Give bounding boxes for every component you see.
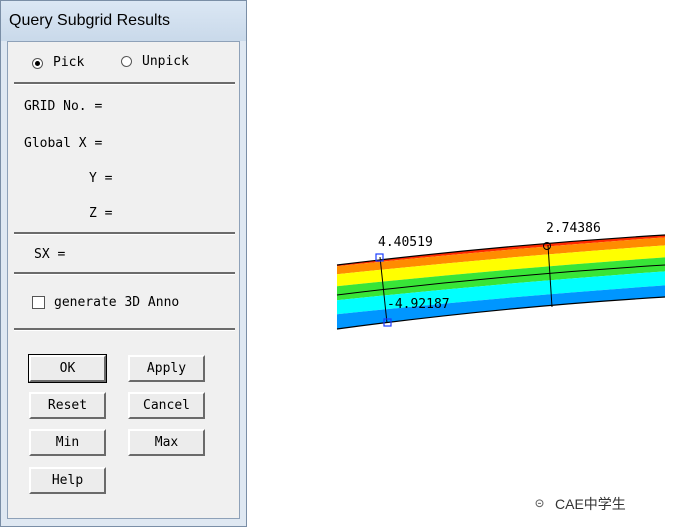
sx-label: SX =: [34, 247, 66, 262]
query-subgrid-dialog: Query Subgrid Results Pick Unpick GRID N…: [0, 0, 247, 527]
dialog-client-area: Pick Unpick GRID No. = Global X = Y = Z …: [7, 41, 240, 519]
apply-button[interactable]: Apply: [128, 355, 205, 382]
value-label: 4.40519: [378, 235, 433, 250]
title-bar[interactable]: Query Subgrid Results: [1, 1, 246, 41]
watermark-text: CAE中学生: [555, 496, 626, 512]
help-button[interactable]: Help: [29, 467, 106, 494]
value-label: 2.74386: [546, 221, 601, 236]
cancel-button[interactable]: Cancel: [128, 392, 205, 419]
pick-label[interactable]: Pick: [53, 55, 84, 70]
wechat-icon: ⊝: [535, 494, 545, 512]
min-button[interactable]: Min: [29, 429, 106, 456]
generate-anno-checkbox[interactable]: [32, 296, 45, 309]
unpick-radio[interactable]: [121, 56, 132, 67]
unpick-label[interactable]: Unpick: [142, 54, 189, 69]
separator: [14, 272, 235, 275]
grid-no-label: GRID No. =: [24, 99, 103, 114]
contour-plot[interactable]: 4.40519 2.74386 -4.92187: [330, 215, 670, 335]
contour-bands: [337, 235, 665, 329]
radio-selected-dot: [35, 61, 40, 66]
separator: [14, 82, 235, 85]
pick-radio[interactable]: [32, 58, 43, 69]
global-x-label: Global X =: [24, 136, 103, 151]
reset-button[interactable]: Reset: [29, 392, 106, 419]
ok-button[interactable]: OK: [28, 354, 107, 383]
z-label: Z =: [89, 206, 113, 221]
value-label: -4.92187: [387, 297, 450, 312]
separator: [14, 328, 235, 331]
dialog-title: Query Subgrid Results: [9, 12, 170, 29]
y-label: Y =: [89, 171, 113, 186]
max-button[interactable]: Max: [128, 429, 205, 456]
separator: [14, 232, 235, 235]
generate-anno-label[interactable]: generate 3D Anno: [54, 295, 179, 310]
